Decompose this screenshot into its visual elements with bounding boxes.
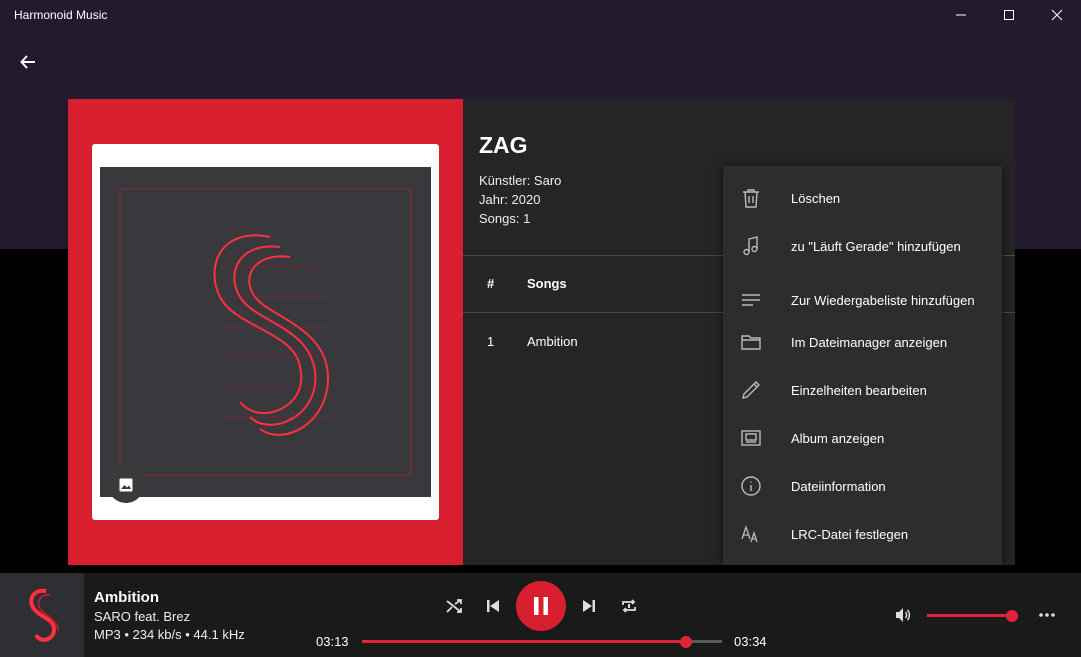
menu-item-delete[interactable]: Löschen (723, 174, 1002, 222)
repeat-button[interactable] (617, 594, 641, 618)
row-song-title: Ambition (527, 334, 578, 349)
menu-item-file-information[interactable]: Dateiinformation (723, 462, 1002, 510)
menu-item-label: LRC-Datei festlegen (791, 526, 909, 542)
maximize-icon (1004, 10, 1014, 20)
seek-bar-handle[interactable] (680, 635, 692, 648)
menu-item-show-in-file-manager[interactable]: Im Dateimanager anzeigen (723, 318, 1002, 366)
shuffle-icon (446, 599, 462, 613)
menu-item-label: zu "Läuft Gerade" hinzufügen (791, 238, 961, 254)
column-header-number: # (487, 276, 495, 291)
folder-icon (739, 330, 763, 354)
title-bar: Harmonoid Music (0, 0, 1081, 30)
column-header-songs: Songs (527, 276, 567, 291)
back-button[interactable] (16, 50, 40, 74)
arrow-left-icon (20, 55, 35, 69)
album-title: ZAG (479, 132, 528, 158)
menu-item-label: Dateiinformation (791, 478, 886, 494)
elapsed-time: 03:13 (316, 634, 349, 649)
repeat-icon (622, 599, 636, 613)
info-icon (739, 474, 763, 498)
album-song-count: Songs: 1 (479, 211, 531, 226)
close-window-button[interactable] (1033, 0, 1081, 30)
more-options-button[interactable] (1035, 603, 1059, 627)
close-icon (1051, 9, 1063, 21)
now-playing-title: Ambition (94, 589, 159, 606)
now-playing-artist: SARO feat. Brez (94, 609, 191, 624)
menu-item-label: Löschen (791, 190, 841, 206)
music-note-icon (739, 234, 763, 258)
previous-button[interactable] (481, 594, 505, 618)
context-menu: Löschen zu "Läuft Gerade" hinzufügen Zur… (723, 166, 1002, 565)
skip-next-icon (583, 600, 595, 612)
image-icon (119, 478, 133, 492)
minimize-icon (956, 14, 966, 16)
volume-button[interactable] (891, 603, 915, 627)
seek-bar-progress (362, 640, 686, 643)
shuffle-button[interactable] (442, 594, 466, 618)
album-year: Jahr: 2020 (479, 192, 541, 207)
volume-slider[interactable] (927, 609, 1018, 622)
menu-item-label: Album anzeigen (791, 430, 885, 446)
menu-item-edit-details[interactable]: Einzelheiten bearbeiten (723, 366, 1002, 414)
window-title: Harmonoid Music (14, 8, 108, 22)
now-playing-thumbnail[interactable] (0, 573, 84, 657)
change-cover-button[interactable] (108, 467, 144, 503)
playlist-add-icon (739, 288, 763, 312)
volume-icon (896, 608, 911, 622)
pause-button[interactable] (516, 581, 566, 631)
album-artist: Künstler: Saro (479, 173, 562, 188)
pause-icon (534, 597, 548, 615)
minimize-button[interactable] (937, 0, 985, 30)
next-button[interactable] (577, 594, 601, 618)
menu-item-set-lrc-file[interactable]: LRC-Datei festlegen (723, 510, 1002, 558)
album-cover-image (100, 167, 431, 497)
album-art-panel (68, 99, 463, 565)
total-duration: 03:34 (734, 634, 767, 649)
now-playing-info: Ambition SARO feat. Brez MP3 • 234 kb/s … (94, 589, 245, 642)
menu-item-label: Im Dateimanager anzeigen (791, 334, 948, 350)
pencil-icon (739, 378, 763, 402)
menu-item-label: Einzelheiten bearbeiten (791, 382, 927, 398)
now-playing-format: MP3 • 234 kb/s • 44.1 kHz (94, 627, 245, 642)
seek-bar[interactable] (362, 635, 722, 648)
menu-item-show-album[interactable]: Album anzeigen (723, 414, 1002, 462)
skip-previous-icon (487, 600, 499, 612)
more-horizontal-icon (1039, 613, 1055, 617)
trash-icon (739, 186, 763, 210)
album-info: ZAG Künstler: Saro Jahr: 2020 Songs: 1 (479, 132, 561, 228)
volume-level (927, 614, 1012, 617)
player-bar: Ambition SARO feat. Brez MP3 • 234 kb/s … (0, 573, 1081, 657)
row-number: 1 (487, 334, 495, 349)
volume-handle[interactable] (1006, 609, 1018, 622)
maximize-button[interactable] (985, 0, 1033, 30)
album-art-frame (92, 144, 439, 520)
lyrics-icon (739, 522, 763, 546)
menu-item-label: Zur Wiedergabeliste hinzufügen (791, 292, 975, 308)
menu-item-add-to-now-playing[interactable]: zu "Läuft Gerade" hinzufügen (723, 222, 1002, 270)
album-icon (739, 426, 763, 450)
